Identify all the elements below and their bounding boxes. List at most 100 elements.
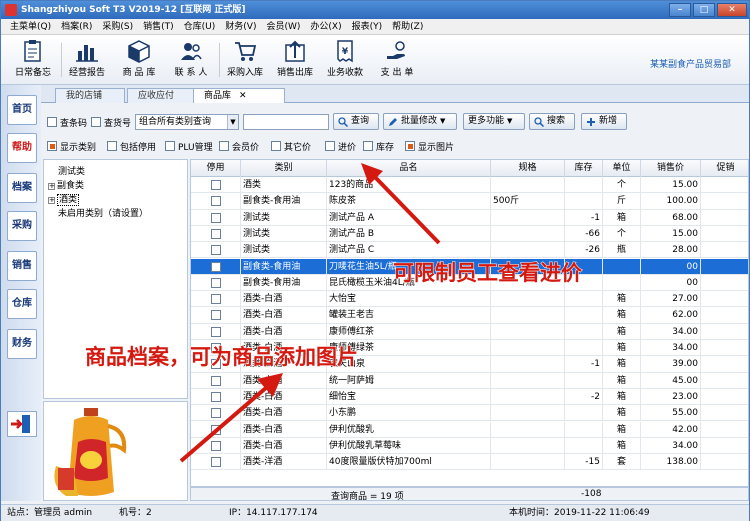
cost-price-checkbox[interactable]: 进价 [325, 138, 356, 154]
nav-finance-button[interactable]: 财务 [7, 329, 37, 359]
disabled-checkbox[interactable] [191, 209, 241, 226]
cell-stock [565, 177, 603, 193]
expand-icon[interactable]: + [48, 183, 55, 190]
nav-sales-button[interactable]: 销售 [7, 251, 37, 281]
tree-node[interactable]: 测试类 [58, 164, 85, 177]
table-row[interactable]: 酒类-白酒 康师傅红茶 箱 34.00 [191, 323, 748, 340]
new-button[interactable]: 新增 [581, 113, 627, 130]
tab-receivable[interactable]: 应收应付 [127, 88, 199, 103]
disabled-checkbox[interactable] [191, 307, 241, 324]
batch-edit-button[interactable]: 批量修改 ▼ [383, 113, 457, 130]
toolbar-product-button[interactable]: 商 品 库 [113, 37, 165, 83]
tree-node[interactable]: + 酒类 [48, 192, 80, 206]
disabled-checkbox[interactable] [191, 421, 241, 438]
toolbar-contacts-button[interactable]: 联 系 人 [165, 37, 217, 83]
toolbar-receipt-button[interactable]: ¥ 业务收款 [319, 37, 371, 83]
minimize-button[interactable]: – [669, 3, 691, 17]
query-button[interactable]: 查询 [333, 113, 379, 130]
disabled-checkbox[interactable] [191, 274, 241, 291]
nav-purchase-button[interactable]: 采购 [7, 211, 37, 241]
nav-help-button[interactable]: 帮助 [7, 133, 37, 163]
table-row[interactable]: 测试类 测试产品 B -66 个 15.00 [191, 225, 748, 243]
table-row[interactable]: 酒类-白酒 大怡宝 箱 27.00 [191, 291, 748, 308]
cell-stock [565, 372, 603, 389]
plu-checkbox[interactable]: PLU管理 [165, 138, 213, 154]
nav-archive-button[interactable]: 档案 [7, 173, 37, 203]
table-row[interactable]: 酒类-白酒 伊利优酸乳 箱 42.00 [191, 421, 748, 438]
table-row[interactable]: 酒类-白酒 统一阿萨姆 箱 45.00 [191, 372, 748, 389]
show-category-checkbox[interactable]: 显示类别 [47, 138, 96, 154]
table-row[interactable]: 酒类-白酒 伊利优酸乳草莓味 箱 34.00 [191, 437, 748, 455]
toolbar-purchase-in-button[interactable]: 采购入库 [219, 37, 271, 83]
menu-help[interactable]: 帮助(Z) [387, 19, 428, 34]
other-price-checkbox[interactable]: 其它价 [271, 138, 311, 154]
menu-report[interactable]: 报表(Y) [347, 19, 388, 34]
menu-archive[interactable]: 档案(R) [56, 19, 97, 34]
tab-close-icon[interactable]: ✕ [239, 91, 247, 101]
menu-member[interactable]: 会员(W) [261, 19, 305, 34]
disabled-checkbox[interactable] [191, 372, 241, 389]
column-header[interactable]: 库存 [565, 160, 603, 177]
table-row[interactable]: 测试类 测试产品 A -1 箱 68.00 [191, 209, 748, 226]
disabled-checkbox[interactable] [191, 242, 241, 259]
expand-icon[interactable]: + [48, 197, 55, 204]
receipt-yen-icon: ¥ [337, 40, 353, 63]
table-row[interactable]: 酒类-白酒 小东鹏 箱 55.00 [191, 405, 748, 422]
include-disabled-checkbox[interactable]: 包括停用 [107, 138, 156, 154]
toolbar-sales-out-button[interactable]: 销售出库 [269, 37, 321, 83]
close-button[interactable]: ✕ [717, 3, 747, 17]
svg-text:¥: ¥ [342, 47, 349, 57]
tab-product-library[interactable]: 商品库 ✕ [193, 88, 285, 103]
menu-main[interactable]: 主菜单(Q) [5, 19, 56, 34]
disabled-checkbox[interactable] [191, 454, 241, 471]
nav-home-button[interactable]: 首页 [7, 95, 37, 125]
disabled-checkbox[interactable] [191, 323, 241, 340]
disabled-checkbox[interactable] [191, 258, 241, 275]
cell-cat: 酒类-白酒 [241, 323, 327, 340]
cell-price: 45.00 [641, 372, 701, 389]
toolbar-memo-button[interactable]: 日常备忘 [7, 37, 59, 83]
search-input[interactable] [243, 114, 329, 130]
menu-sales[interactable]: 销售(T) [138, 19, 179, 34]
barcode-checkbox[interactable]: 查条码 [47, 114, 87, 130]
table-row[interactable]: 酒类-白酒 罐装王老吉 箱 62.00 [191, 307, 748, 324]
column-header[interactable]: 停用 [191, 160, 241, 177]
disabled-checkbox[interactable] [191, 437, 241, 454]
disabled-checkbox[interactable] [191, 405, 241, 422]
column-header[interactable]: 销售价 [641, 160, 701, 177]
column-header[interactable]: 品名 [327, 160, 491, 177]
table-row[interactable]: 酒类 123的商品 个 15.00 [191, 177, 748, 194]
nav-warehouse-button[interactable]: 仓库 [7, 289, 37, 319]
toolbar-report-button[interactable]: 经营报告 [61, 37, 113, 83]
maximize-button[interactable]: □ [693, 3, 715, 17]
disabled-checkbox[interactable] [191, 291, 241, 308]
menu-purchase[interactable]: 采购(S) [97, 19, 138, 34]
item-no-checkbox[interactable]: 查货号 [91, 114, 131, 130]
disabled-checkbox[interactable] [191, 388, 241, 405]
app-logo-icon [5, 4, 17, 16]
menu-office[interactable]: 办公(X) [305, 19, 346, 34]
stock-checkbox[interactable]: 库存 [363, 138, 394, 154]
disabled-checkbox[interactable] [191, 177, 241, 193]
toolbar-payment-button[interactable]: 支 出 单 [371, 37, 423, 83]
tab-my-store[interactable]: 我的店铺 [55, 88, 125, 103]
menu-warehouse[interactable]: 仓库(U) [179, 19, 221, 34]
tree-node[interactable]: + 副食类 [48, 178, 84, 191]
category-select[interactable]: 组合所有类别查询 ▼ [135, 114, 239, 130]
disabled-checkbox[interactable] [191, 225, 241, 242]
column-header[interactable]: 促销 [701, 160, 748, 177]
tree-node[interactable]: 未启用类别（请设置） [58, 206, 148, 219]
exit-button[interactable] [7, 411, 37, 437]
show-image-checkbox[interactable]: 显示图片 [405, 138, 454, 154]
search-button[interactable]: 搜索 [529, 113, 575, 130]
column-header[interactable]: 单位 [603, 160, 641, 177]
member-price-checkbox[interactable]: 会员价 [219, 138, 259, 154]
disabled-checkbox[interactable] [191, 193, 241, 210]
column-header[interactable]: 类别 [241, 160, 327, 177]
table-row[interactable]: 酒类-洋酒 40度限量版伏特加700ml -15 套 138.00 [191, 454, 748, 471]
more-functions-button[interactable]: 更多功能 ▼ [463, 113, 525, 130]
column-header[interactable]: 规格 [491, 160, 565, 177]
menu-finance[interactable]: 财务(V) [220, 19, 261, 34]
table-row[interactable]: 酒类-白酒 细怡宝 -2 箱 23.00 [191, 388, 748, 406]
table-row[interactable]: 副食类-食用油 陈皮茶 500斤 斤 100.00 [191, 193, 748, 210]
